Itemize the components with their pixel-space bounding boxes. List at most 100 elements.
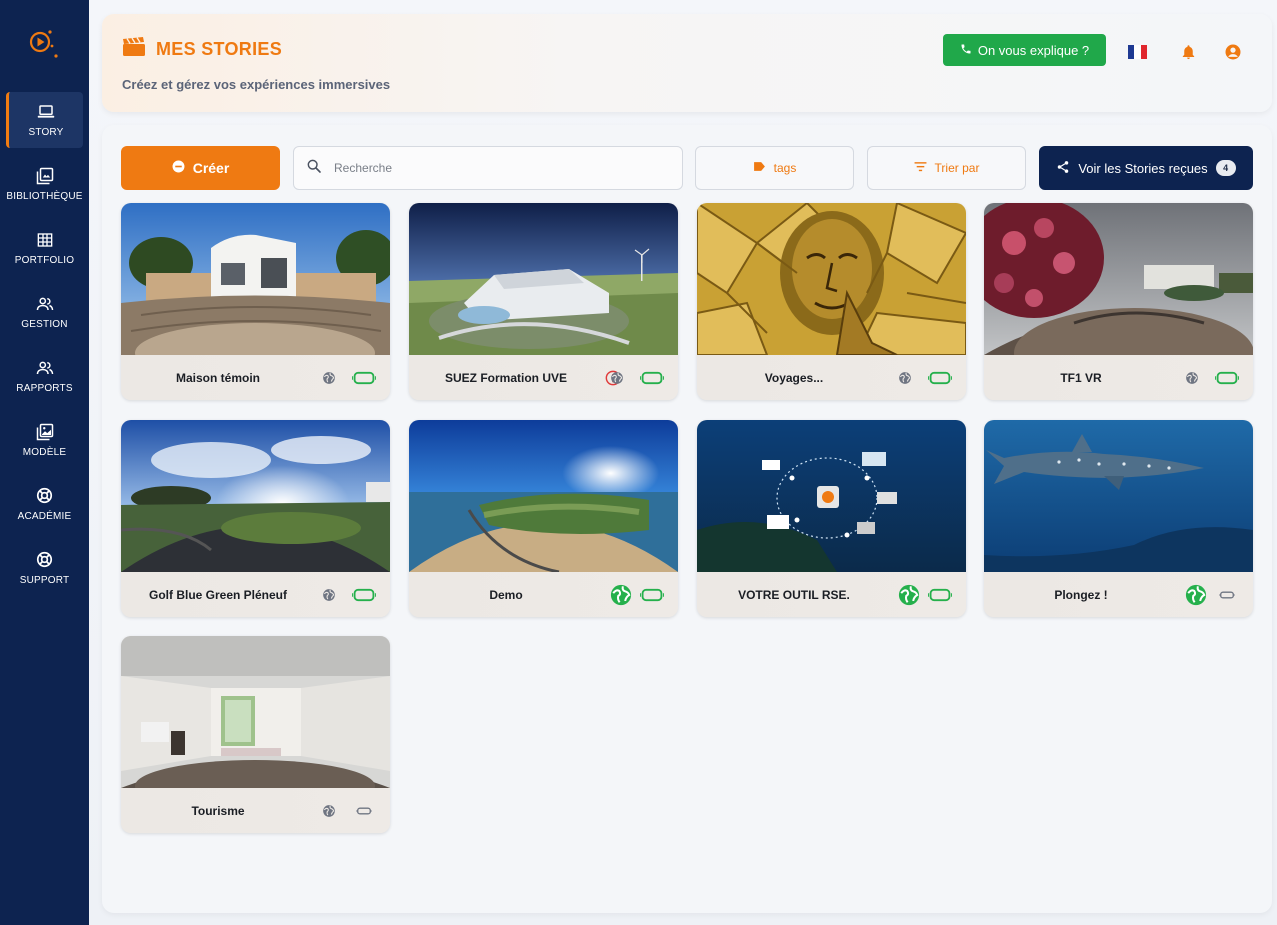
story-status-icons: [280, 572, 390, 617]
story-status-icons: [280, 355, 390, 400]
globe-published-icon[interactable]: [897, 572, 921, 617]
globe-icon[interactable]: [319, 788, 339, 833]
sidebar: STORY BIBLIOTHÈQUE PORTFOLIO GESTION RAPPORT…: [0, 0, 89, 925]
tag-icon: [753, 161, 766, 175]
search-input[interactable]: [334, 161, 654, 175]
story-status-icons: [1143, 355, 1253, 400]
globe-icon[interactable]: [319, 355, 339, 400]
bell-icon[interactable]: [1180, 43, 1197, 61]
page-title-text: MES STORIES: [156, 39, 282, 59]
sidebar-item-modèle[interactable]: MODÈLE: [6, 412, 83, 468]
story-status-icons: [568, 572, 678, 617]
story-card[interactable]: Tourisme: [121, 636, 390, 833]
app-logo[interactable]: [26, 26, 62, 62]
story-thumbnail[interactable]: [697, 420, 966, 572]
template-icon: [36, 423, 54, 441]
clapperboard-icon: [122, 37, 146, 62]
search-box: [293, 146, 683, 190]
explain-button[interactable]: On vous explique ?: [943, 34, 1106, 66]
story-footer: Voyages...: [697, 355, 966, 400]
received-count-badge: 4: [1215, 160, 1236, 176]
vr-headset-icon[interactable]: [926, 355, 954, 400]
story-footer: Tourisme: [121, 788, 390, 833]
story-footer: Demo: [409, 572, 678, 617]
story-footer: Maison témoin: [121, 355, 390, 400]
sidebar-item-label: BIBLIOTHÈQUE: [6, 190, 83, 202]
globe-published-icon[interactable]: [1184, 572, 1208, 617]
story-thumbnail[interactable]: [121, 636, 390, 788]
story-card[interactable]: Maison témoin: [121, 203, 390, 400]
globe-icon[interactable]: [1182, 355, 1202, 400]
story-footer: Golf Blue Green Pléneuf: [121, 572, 390, 617]
vr-headset-icon[interactable]: [350, 572, 378, 617]
sidebar-item-label: SUPPORT: [19, 574, 70, 586]
vr-headset-icon[interactable]: [638, 355, 666, 400]
sidebar-item-support[interactable]: SUPPORT: [6, 540, 83, 596]
story-card[interactable]: Demo: [409, 420, 678, 617]
grid-icon: [36, 231, 54, 249]
sidebar-item-académie[interactable]: ACADÉMIE: [6, 476, 83, 532]
story-thumbnail[interactable]: [409, 203, 678, 355]
sidebar-item-label: MODÈLE: [22, 446, 67, 458]
vr-headset-icon[interactable]: [638, 572, 666, 617]
sidebar-item-gestion[interactable]: GESTION: [6, 284, 83, 340]
story-thumbnail[interactable]: [121, 203, 390, 355]
users-icon: [36, 295, 54, 313]
story-status-icons: [856, 355, 966, 400]
user-account-icon[interactable]: [1224, 43, 1242, 61]
globe-icon[interactable]: [607, 355, 627, 400]
page-title: MES STORIES: [122, 37, 282, 62]
tags-label: tags: [773, 161, 797, 175]
lifebuoy-icon: [36, 551, 54, 569]
plus-circle-icon: [172, 160, 185, 176]
library-icon: [36, 167, 54, 185]
story-card[interactable]: VOTRE OUTIL RSE.: [697, 420, 966, 617]
story-thumbnail[interactable]: [984, 420, 1253, 572]
lifebuoy-icon: [36, 487, 54, 505]
received-stories-button[interactable]: Voir les Stories reçues 4: [1039, 146, 1253, 190]
sidebar-item-portfolio[interactable]: PORTFOLIO: [6, 220, 83, 276]
sidebar-item-label: ACADÉMIE: [17, 510, 72, 522]
story-thumbnail[interactable]: [984, 203, 1253, 355]
story-card[interactable]: SUEZ Formation UVE: [409, 203, 678, 400]
story-card[interactable]: Plongez !: [984, 420, 1253, 617]
story-status-icons: [280, 788, 390, 833]
sidebar-item-label: GESTION: [21, 318, 68, 330]
sort-label: Trier par: [934, 161, 980, 175]
globe-icon[interactable]: [895, 355, 915, 400]
page-subtitle: Créez et gérez vos expériences immersive…: [122, 77, 391, 92]
story-footer: Plongez !: [984, 572, 1253, 617]
create-button[interactable]: Créer: [121, 146, 280, 190]
vr-headset-icon[interactable]: [1213, 355, 1241, 400]
story-card[interactable]: Golf Blue Green Pléneuf: [121, 420, 390, 617]
sidebar-item-bibliothèque[interactable]: BIBLIOTHÈQUE: [6, 156, 83, 212]
explain-label: On vous explique ?: [977, 42, 1090, 58]
sidebar-item-story[interactable]: STORY: [6, 92, 83, 148]
story-card[interactable]: TF1 VR: [984, 203, 1253, 400]
story-footer: VOTRE OUTIL RSE.: [697, 572, 966, 617]
sidebar-item-rapports[interactable]: RAPPORTS: [6, 348, 83, 404]
share-icon: [1056, 160, 1070, 177]
story-card[interactable]: Voyages...: [697, 203, 966, 400]
story-footer: TF1 VR: [984, 355, 1253, 400]
vr-headset-icon[interactable]: [350, 355, 378, 400]
received-label: Voir les Stories reçues: [1078, 160, 1208, 176]
story-thumbnail[interactable]: [697, 203, 966, 355]
phone-icon: [960, 43, 972, 58]
users-icon: [36, 359, 54, 377]
story-thumbnail[interactable]: [121, 420, 390, 572]
tags-button[interactable]: tags: [695, 146, 854, 190]
globe-icon[interactable]: [319, 572, 339, 617]
story-thumbnail[interactable]: [409, 420, 678, 572]
sort-button[interactable]: Trier par: [867, 146, 1026, 190]
globe-published-icon[interactable]: [609, 572, 633, 617]
story-footer: SUEZ Formation UVE: [409, 355, 678, 400]
sidebar-item-label: STORY: [28, 126, 64, 138]
story-status-icons: [1143, 572, 1253, 617]
sidebar-item-label: RAPPORTS: [16, 382, 73, 394]
french-flag-icon[interactable]: [1128, 45, 1147, 59]
vr-headset-icon[interactable]: [1217, 572, 1237, 617]
vr-headset-icon[interactable]: [354, 788, 374, 833]
laptop-icon: [37, 103, 55, 121]
vr-headset-icon[interactable]: [926, 572, 954, 617]
